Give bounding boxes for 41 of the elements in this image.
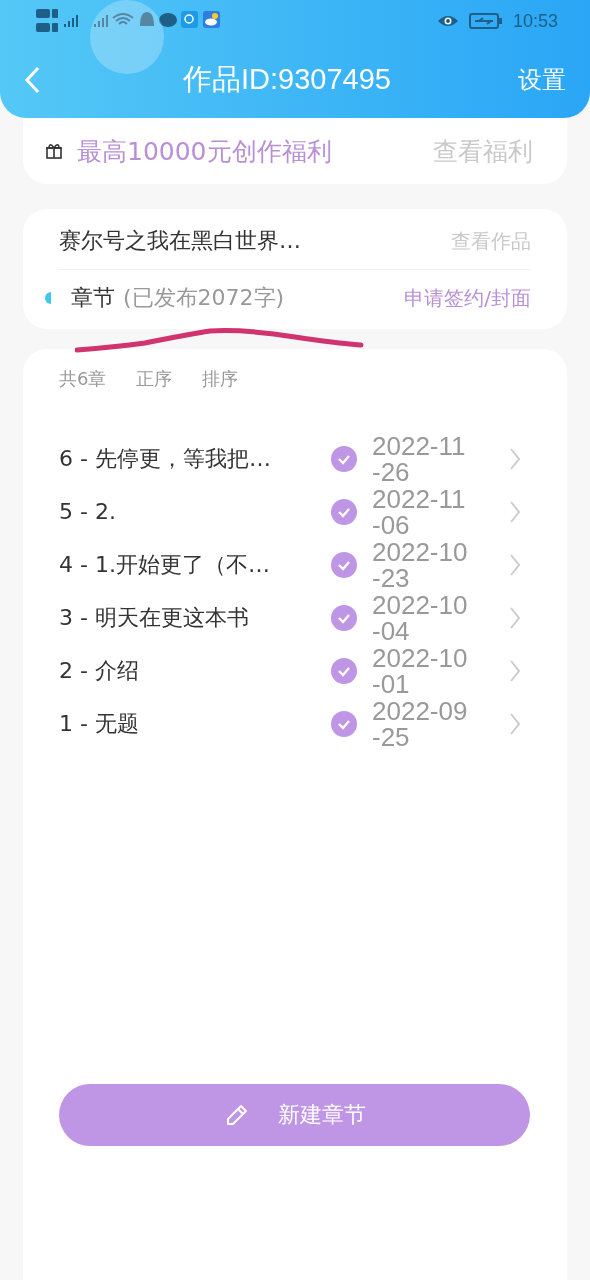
- clock-time: 10:53: [512, 10, 558, 32]
- chapter-title: 6 - 先停更，等我把…: [59, 444, 272, 473]
- section-marker-icon: [45, 292, 51, 304]
- chapter-date: 2022-09-25: [372, 697, 469, 750]
- chapter-row[interactable]: 4 - 1.开始更了（不… 2022-10-23: [59, 538, 531, 591]
- chapter-row[interactable]: 1 - 无题 2022-09-25: [59, 697, 531, 750]
- battery-icon: [468, 13, 503, 29]
- chevron-right-icon: [509, 605, 521, 630]
- chevron-right-icon: [509, 552, 521, 577]
- sort-option[interactable]: 排序: [202, 367, 239, 391]
- chevron-right-icon: [509, 446, 521, 471]
- chapter-date: 2022-10-04: [372, 591, 469, 644]
- benefit-text: 最高10000元创作福利: [77, 135, 333, 168]
- chapter-row[interactable]: 5 - 2. 2022-11-06: [59, 485, 531, 538]
- work-title: 赛尔号之我在黑白世界…: [59, 227, 302, 255]
- chevron-right-icon: [509, 658, 521, 683]
- chapter-date: 2022-10-23: [372, 538, 469, 591]
- chapter-date: 2022-11-06: [372, 485, 467, 538]
- chapter-count: 共6章: [59, 367, 107, 391]
- chevron-right-icon: [509, 711, 521, 736]
- gift-icon: [45, 142, 63, 160]
- chapter-title: 2 - 介绍: [59, 656, 140, 685]
- section-label: 章节: [71, 284, 115, 312]
- chapter-date: 2022-11-26: [372, 432, 467, 485]
- back-icon[interactable]: [24, 66, 40, 94]
- sort-option[interactable]: 正序: [136, 367, 173, 391]
- chapter-date: 2022-10-01: [372, 644, 469, 697]
- apply-sign-link[interactable]: 申请签约/封面: [404, 284, 531, 312]
- eye-icon: [436, 14, 459, 28]
- chevron-right-icon: [509, 499, 521, 524]
- chapter-title: 4 - 1.开始更了（不…: [59, 550, 271, 579]
- chapter-row[interactable]: 3 - 明天在更这本书 2022-10-04: [59, 591, 531, 644]
- page-title: 作品ID:9307495: [182, 62, 392, 97]
- settings-link[interactable]: 设置: [518, 64, 566, 96]
- published-count: (已发布2072字): [123, 284, 286, 312]
- chapter-title: 1 - 无题: [59, 709, 140, 738]
- chapter-title: 3 - 明天在更这本书: [59, 603, 250, 632]
- chapter-row[interactable]: 6 - 先停更，等我把… 2022-11-26: [59, 432, 531, 485]
- chapter-title: 5 - 2.: [59, 499, 117, 524]
- new-chapter-button[interactable]: 新建章节: [59, 1084, 530, 1146]
- chapter-row[interactable]: 2 - 介绍 2022-10-01: [59, 644, 531, 697]
